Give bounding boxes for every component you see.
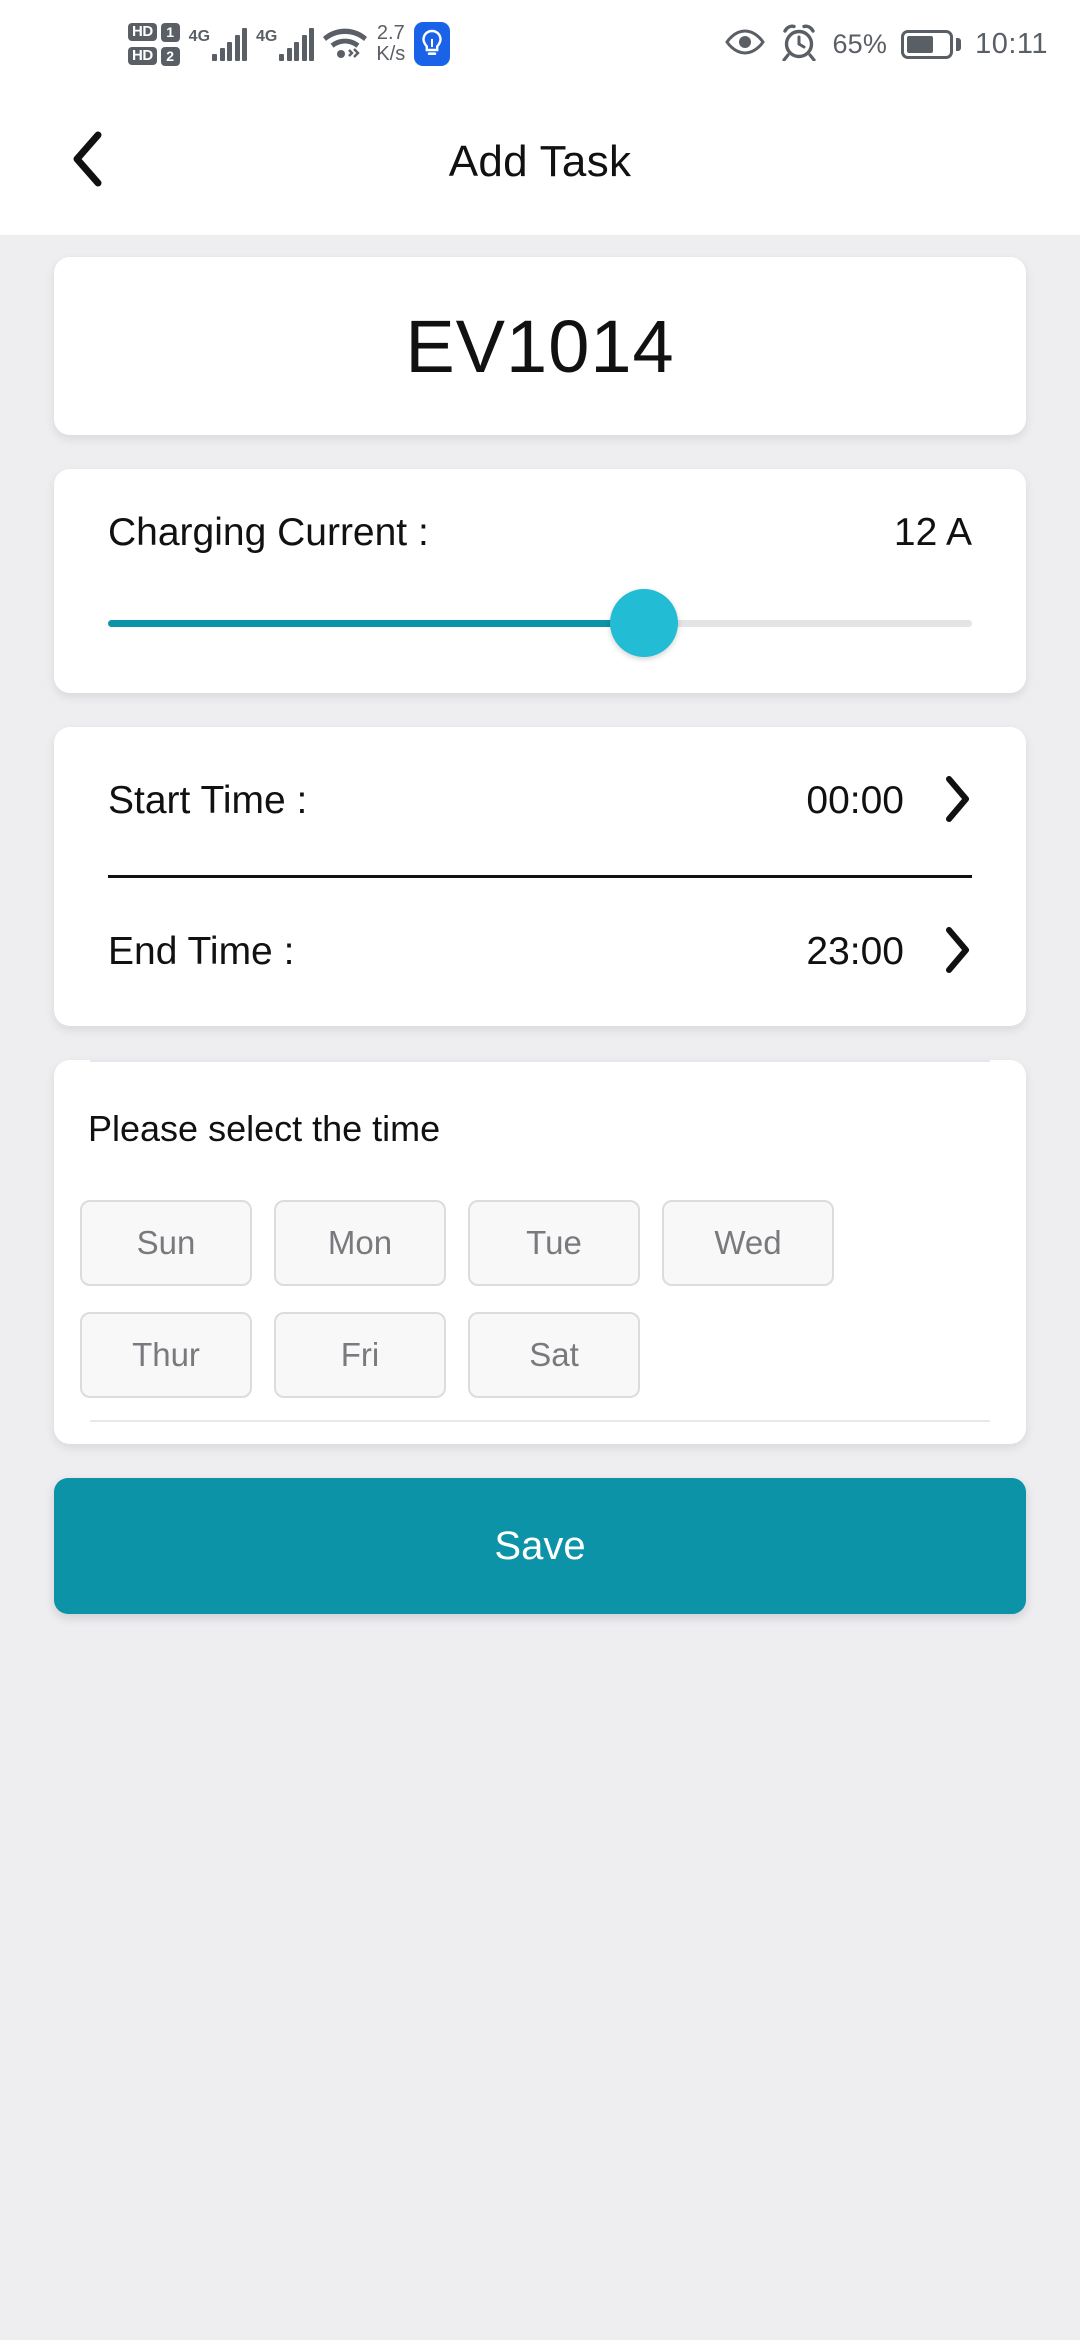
sim2-row: HD 2 [128, 46, 180, 66]
signal-indicator-1: 4G [188, 27, 248, 61]
main-content: EV1014 Charging Current : 12 A Start Tim… [0, 235, 1080, 1614]
charging-current-label: Charging Current : [108, 511, 429, 554]
battery-body [901, 29, 954, 59]
status-bar-left: HD 1 HD 2 4G 4G 2.7 K/s [128, 22, 451, 66]
day-chip-sat[interactable]: Sat [468, 1312, 640, 1398]
sim-number-2: 2 [160, 46, 180, 66]
signal-bars-icon-2 [279, 27, 315, 61]
chevron-left-icon [70, 131, 104, 192]
chevron-right-icon [944, 926, 972, 979]
hd-badge-2: HD [128, 47, 157, 65]
chevron-right-icon [944, 775, 972, 828]
end-time-value: 23:00 [806, 930, 904, 973]
device-name: EV1014 [405, 304, 675, 388]
end-time-label: End Time : [108, 930, 295, 973]
charging-current-slider[interactable] [108, 589, 972, 657]
time-settings-card: Start Time : 00:00 End Time : 23:00 [54, 727, 1026, 1026]
day-chip-row-2: Thur Fri Sat [80, 1312, 1026, 1398]
day-chip-thur[interactable]: Thur [80, 1312, 252, 1398]
alarm-clock-icon [780, 23, 818, 66]
charging-current-row: Charging Current : 12 A [108, 511, 972, 555]
network-speed-indicator: 2.7 K/s [376, 23, 405, 65]
dual-sim-indicator: HD 1 HD 2 [128, 22, 180, 66]
wifi-icon [323, 24, 368, 65]
battery-fill [907, 35, 934, 53]
start-time-right: 00:00 [806, 775, 972, 828]
network-type-label-1: 4G [188, 28, 211, 45]
app-header: Add Task [0, 88, 1080, 235]
battery-icon [901, 29, 962, 59]
device-name-card: EV1014 [54, 257, 1026, 435]
battery-percent-label: 65% [832, 28, 888, 59]
start-time-row[interactable]: Start Time : 00:00 [108, 727, 972, 875]
signal-bars-icon-1 [212, 27, 248, 61]
status-bar-clock: 10:11 [975, 27, 1048, 60]
battery-cap [956, 37, 962, 51]
start-time-label: Start Time : [108, 779, 308, 822]
day-chip-wed[interactable]: Wed [662, 1200, 834, 1286]
page-title: Add Task [448, 136, 632, 186]
hd-badge-1: HD [128, 23, 157, 41]
sim1-row: HD 1 [128, 22, 180, 42]
app-screen: HD 1 HD 2 4G 4G 2.7 K/s 65% 10:11 Add Ta… [0, 0, 1080, 2340]
network-speed-unit: K/s [376, 43, 406, 65]
day-chip-fri[interactable]: Fri [274, 1312, 446, 1398]
charging-current-card: Charging Current : 12 A [54, 469, 1026, 693]
network-type-label-2: 4G [256, 28, 278, 45]
day-selector-hint: Please select the time [88, 1108, 441, 1149]
days-bottom-divider [90, 1420, 990, 1422]
network-speed-value: 2.7 [376, 22, 405, 44]
start-time-value: 00:00 [806, 779, 904, 822]
slider-thumb[interactable] [609, 589, 678, 657]
slider-fill [108, 619, 644, 627]
eye-icon [724, 28, 766, 61]
status-bar: HD 1 HD 2 4G 4G 2.7 K/s 65% 10:11 [0, 0, 1080, 88]
day-chip-row-1: Sun Mon Tue Wed [80, 1200, 1026, 1286]
status-bar-right: 65% 10:11 [724, 23, 1048, 66]
day-selector-card: Please select the time Sun Mon Tue Wed T… [54, 1060, 1026, 1444]
day-chip-mon[interactable]: Mon [274, 1200, 446, 1286]
end-time-right: 23:00 [806, 926, 972, 979]
lightbulb-icon [414, 22, 451, 66]
end-time-row[interactable]: End Time : 23:00 [108, 878, 972, 1026]
day-chip-sun[interactable]: Sun [80, 1200, 252, 1286]
sim-number-1: 1 [160, 22, 180, 42]
day-chip-tue[interactable]: Tue [468, 1200, 640, 1286]
signal-indicator-2: 4G [256, 27, 315, 61]
charging-current-value: 12 A [893, 511, 972, 554]
day-chip-grid: Sun Mon Tue Wed Thur Fri Sat [54, 1150, 1026, 1398]
save-button[interactable]: Save [54, 1478, 1026, 1614]
back-button[interactable] [52, 127, 122, 197]
